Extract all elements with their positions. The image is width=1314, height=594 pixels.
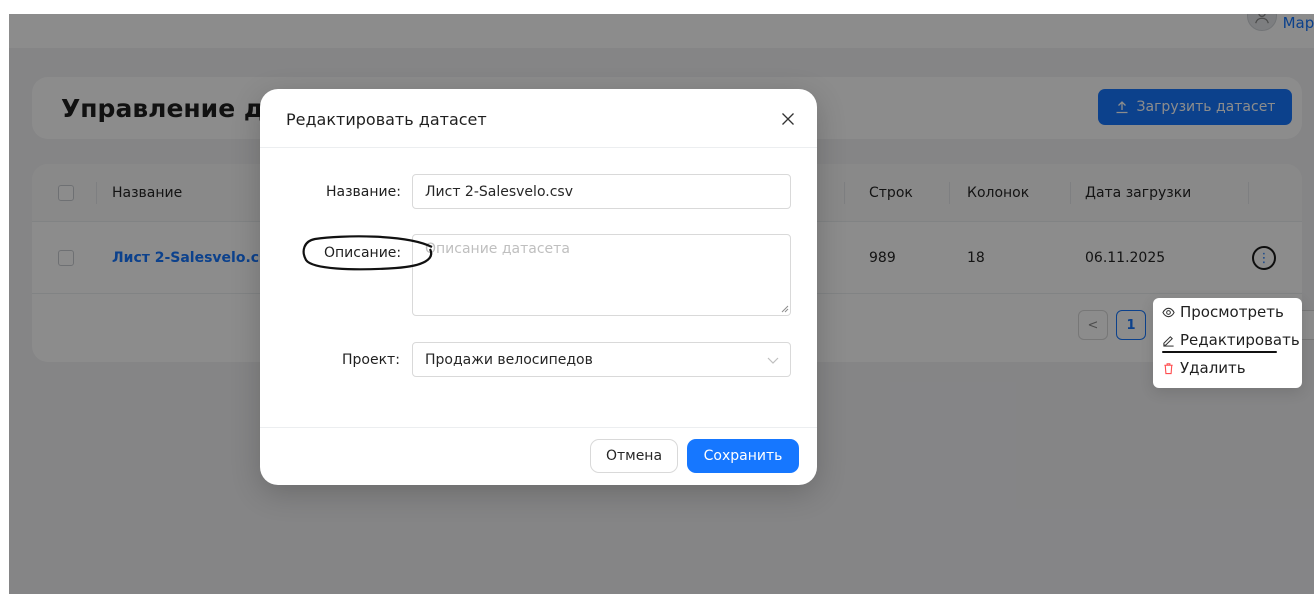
- chevron-down-icon: [767, 357, 779, 364]
- eye-icon: [1162, 307, 1175, 317]
- menu-item-edit-label: Редактировать: [1180, 331, 1300, 349]
- app-frame: Мари Управление датасетами Загрузить дат…: [9, 14, 1314, 594]
- modal-footer-divider: [260, 427, 817, 428]
- menu-item-view-label: Просмотреть: [1180, 303, 1284, 321]
- description-field[interactable]: [412, 234, 791, 316]
- row-actions-menu: Просмотреть Редактировать Удалить: [1153, 298, 1302, 388]
- cancel-button[interactable]: Отмена: [590, 439, 678, 473]
- annotation-underline: [1162, 351, 1277, 353]
- menu-item-delete-label: Удалить: [1180, 359, 1246, 377]
- resize-handle-icon[interactable]: [779, 303, 789, 313]
- menu-item-edit[interactable]: Редактировать: [1162, 331, 1300, 349]
- menu-item-view[interactable]: Просмотреть: [1162, 303, 1284, 321]
- close-icon: [782, 113, 794, 125]
- project-select[interactable]: Продажи велосипедов: [412, 342, 791, 377]
- project-select-value: Продажи велосипедов: [425, 352, 593, 368]
- name-field-label: Название:: [326, 184, 401, 200]
- annotation-circle: [302, 235, 433, 271]
- project-field-label: Проект:: [342, 352, 400, 368]
- menu-item-delete[interactable]: Удалить: [1162, 359, 1246, 377]
- trash-icon: [1164, 362, 1173, 374]
- save-button[interactable]: Сохранить: [687, 439, 799, 473]
- modal-title: Редактировать датасет: [286, 110, 487, 129]
- modal-header-divider: [260, 147, 817, 148]
- edit-icon: [1163, 335, 1174, 347]
- close-button[interactable]: [777, 108, 799, 130]
- name-field[interactable]: [412, 174, 791, 209]
- edit-dataset-modal: Редактировать датасет Название: Описание…: [260, 89, 817, 485]
